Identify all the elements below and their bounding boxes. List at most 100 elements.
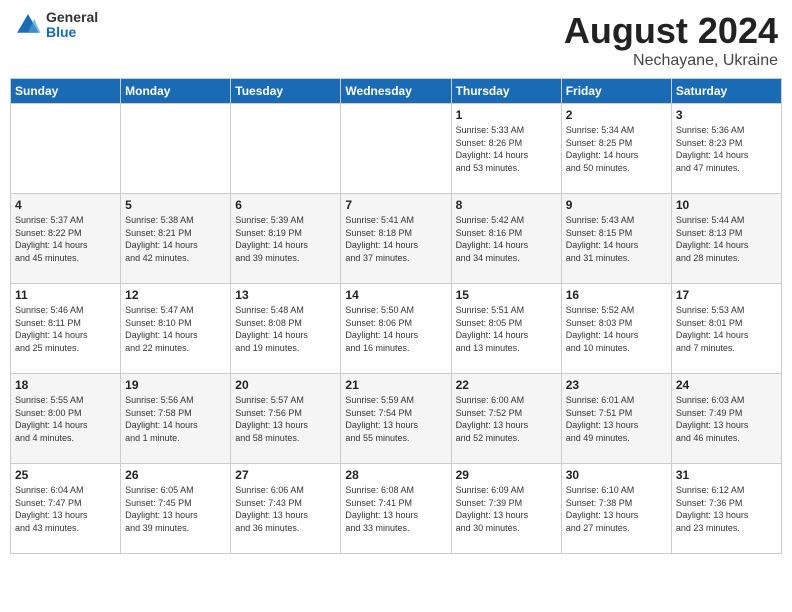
day-info: Sunrise: 5:56 AM Sunset: 7:58 PM Dayligh…	[125, 394, 226, 444]
logo-general: General	[46, 10, 98, 25]
day-info: Sunrise: 5:33 AM Sunset: 8:26 PM Dayligh…	[456, 124, 557, 174]
calendar-cell: 15Sunrise: 5:51 AM Sunset: 8:05 PM Dayli…	[451, 284, 561, 374]
calendar-cell: 31 Sunrise: 6:12 AM Sunset: 7:36 PM Dayli…	[671, 464, 781, 554]
month-title: August 2024	[564, 10, 778, 52]
day-number: 7	[345, 198, 446, 212]
day-info: Sunrise: 5:59 AM Sunset: 7:54 PM Dayligh…	[345, 394, 446, 444]
calendar-cell: 2 Sunrise: 5:34 AM Sunset: 8:25 PM Daylig…	[561, 104, 671, 194]
calendar-week-1: 1 Sunrise: 5:33 AM Sunset: 8:26 PM Daylig…	[11, 104, 782, 194]
calendar-cell	[11, 104, 121, 194]
calendar-cell: 25 Sunrise: 6:04 AM Sunset: 7:47 PM Dayli…	[11, 464, 121, 554]
day-number: 15	[456, 288, 557, 302]
calendar-cell: 28 Sunrise: 6:08 AM Sunset: 7:41 PM Dayli…	[341, 464, 451, 554]
day-info: Sunrise: 5:38 AM Sunset: 8:21 PM Dayligh…	[125, 214, 226, 264]
calendar-cell	[341, 104, 451, 194]
day-info: Sunrise: 5:39 AM Sunset: 8:19 PM Dayligh…	[235, 214, 336, 264]
calendar-cell: 9 Sunrise: 5:43 AM Sunset: 8:15 PM Daylig…	[561, 194, 671, 284]
calendar-week-2: 4 Sunrise: 5:37 AM Sunset: 8:22 PM Daylig…	[11, 194, 782, 284]
day-info: Sunrise: 6:03 AM Sunset: 7:49 PM Dayligh…	[676, 394, 777, 444]
calendar-cell: 12Sunrise: 5:47 AM Sunset: 8:10 PM Dayli…	[121, 284, 231, 374]
day-info: Sunrise: 6:10 AM Sunset: 7:38 PM Dayligh…	[566, 484, 667, 534]
calendar-cell: 8 Sunrise: 5:42 AM Sunset: 8:16 PM Daylig…	[451, 194, 561, 284]
calendar-cell: 16 Sunrise: 5:52 AM Sunset: 8:03 PM Dayli…	[561, 284, 671, 374]
day-number: 10	[676, 198, 777, 212]
header-monday: Monday	[121, 79, 231, 104]
calendar-cell: 10 Sunrise: 5:44 AM Sunset: 8:13 PM Dayli…	[671, 194, 781, 284]
day-number: 4	[15, 198, 116, 212]
title-block: August 2024 Nechayane, Ukraine	[564, 10, 778, 70]
calendar-cell: 4 Sunrise: 5:37 AM Sunset: 8:22 PM Daylig…	[11, 194, 121, 284]
day-number: 28	[345, 468, 446, 482]
day-number: 29	[456, 468, 557, 482]
calendar-cell	[121, 104, 231, 194]
day-number: 13	[235, 288, 336, 302]
day-number: 31	[676, 468, 777, 482]
day-number: 9	[566, 198, 667, 212]
header-wednesday: Wednesday	[341, 79, 451, 104]
day-number: 23	[566, 378, 667, 392]
day-number: 8	[456, 198, 557, 212]
day-number: 14	[345, 288, 446, 302]
logo: General Blue	[14, 10, 98, 41]
calendar-cell: 14Sunrise: 5:50 AM Sunset: 8:06 PM Dayli…	[341, 284, 451, 374]
calendar-cell: 29 Sunrise: 6:09 AM Sunset: 7:39 PM Dayli…	[451, 464, 561, 554]
header-sunday: Sunday	[11, 79, 121, 104]
day-info: Sunrise: 6:04 AM Sunset: 7:47 PM Dayligh…	[15, 484, 116, 534]
calendar-cell: 30 Sunrise: 6:10 AM Sunset: 7:38 PM Dayli…	[561, 464, 671, 554]
day-info: Sunrise: 6:05 AM Sunset: 7:45 PM Dayligh…	[125, 484, 226, 534]
calendar-cell	[231, 104, 341, 194]
calendar-cell: 24 Sunrise: 6:03 AM Sunset: 7:49 PM Dayli…	[671, 374, 781, 464]
day-number: 11	[15, 288, 116, 302]
day-info: Sunrise: 5:36 AM Sunset: 8:23 PM Dayligh…	[676, 124, 777, 174]
day-number: 22	[456, 378, 557, 392]
day-number: 19	[125, 378, 226, 392]
day-number: 24	[676, 378, 777, 392]
day-number: 27	[235, 468, 336, 482]
day-info: Sunrise: 5:37 AM Sunset: 8:22 PM Dayligh…	[15, 214, 116, 264]
day-info: Sunrise: 6:08 AM Sunset: 7:41 PM Dayligh…	[345, 484, 446, 534]
day-info: Sunrise: 6:06 AM Sunset: 7:43 PM Dayligh…	[235, 484, 336, 534]
day-info: Sunrise: 6:09 AM Sunset: 7:39 PM Dayligh…	[456, 484, 557, 534]
day-info: Sunrise: 6:12 AM Sunset: 7:36 PM Dayligh…	[676, 484, 777, 534]
calendar-cell: 21 Sunrise: 5:59 AM Sunset: 7:54 PM Dayli…	[341, 374, 451, 464]
day-info: Sunrise: 5:42 AM Sunset: 8:16 PM Dayligh…	[456, 214, 557, 264]
day-info: Sunrise: 5:52 AM Sunset: 8:03 PM Dayligh…	[566, 304, 667, 354]
calendar-header-row: SundayMondayTuesdayWednesdayThursdayFrid…	[11, 79, 782, 104]
day-info: Sunrise: 5:44 AM Sunset: 8:13 PM Dayligh…	[676, 214, 777, 264]
day-number: 16	[566, 288, 667, 302]
day-info: Sunrise: 5:57 AM Sunset: 7:56 PM Dayligh…	[235, 394, 336, 444]
calendar-week-3: 11 Sunrise: 5:46 AM Sunset: 8:11 PM Dayli…	[11, 284, 782, 374]
calendar-cell: 13 Sunrise: 5:48 AM Sunset: 8:08 PM Dayli…	[231, 284, 341, 374]
calendar-cell: 22Sunrise: 6:00 AM Sunset: 7:52 PM Dayli…	[451, 374, 561, 464]
calendar-cell: 11 Sunrise: 5:46 AM Sunset: 8:11 PM Dayli…	[11, 284, 121, 374]
day-info: Sunrise: 5:34 AM Sunset: 8:25 PM Dayligh…	[566, 124, 667, 174]
day-number: 12	[125, 288, 226, 302]
day-number: 18	[15, 378, 116, 392]
day-info: Sunrise: 6:01 AM Sunset: 7:51 PM Dayligh…	[566, 394, 667, 444]
day-number: 6	[235, 198, 336, 212]
day-number: 25	[15, 468, 116, 482]
day-number: 1	[456, 108, 557, 122]
day-info: Sunrise: 5:55 AM Sunset: 8:00 PM Dayligh…	[15, 394, 116, 444]
day-number: 3	[676, 108, 777, 122]
header-thursday: Thursday	[451, 79, 561, 104]
calendar-cell: 1 Sunrise: 5:33 AM Sunset: 8:26 PM Daylig…	[451, 104, 561, 194]
day-info: Sunrise: 5:43 AM Sunset: 8:15 PM Dayligh…	[566, 214, 667, 264]
logo-blue: Blue	[46, 25, 98, 40]
header-saturday: Saturday	[671, 79, 781, 104]
day-number: 21	[345, 378, 446, 392]
calendar-table: SundayMondayTuesdayWednesdayThursdayFrid…	[10, 78, 782, 554]
calendar-cell: 20Sunrise: 5:57 AM Sunset: 7:56 PM Dayli…	[231, 374, 341, 464]
day-info: Sunrise: 5:48 AM Sunset: 8:08 PM Dayligh…	[235, 304, 336, 354]
calendar-cell: 7 Sunrise: 5:41 AM Sunset: 8:18 PM Daylig…	[341, 194, 451, 284]
day-number: 30	[566, 468, 667, 482]
calendar-cell: 26 Sunrise: 6:05 AM Sunset: 7:45 PM Dayli…	[121, 464, 231, 554]
page-header: General Blue August 2024 Nechayane, Ukra…	[10, 10, 782, 70]
day-info: Sunrise: 5:41 AM Sunset: 8:18 PM Dayligh…	[345, 214, 446, 264]
logo-icon	[14, 11, 42, 39]
calendar-cell: 27 Sunrise: 6:06 AM Sunset: 7:43 PM Dayli…	[231, 464, 341, 554]
calendar-cell: 3 Sunrise: 5:36 AM Sunset: 8:23 PM Daylig…	[671, 104, 781, 194]
day-info: Sunrise: 5:46 AM Sunset: 8:11 PM Dayligh…	[15, 304, 116, 354]
day-number: 26	[125, 468, 226, 482]
day-number: 2	[566, 108, 667, 122]
